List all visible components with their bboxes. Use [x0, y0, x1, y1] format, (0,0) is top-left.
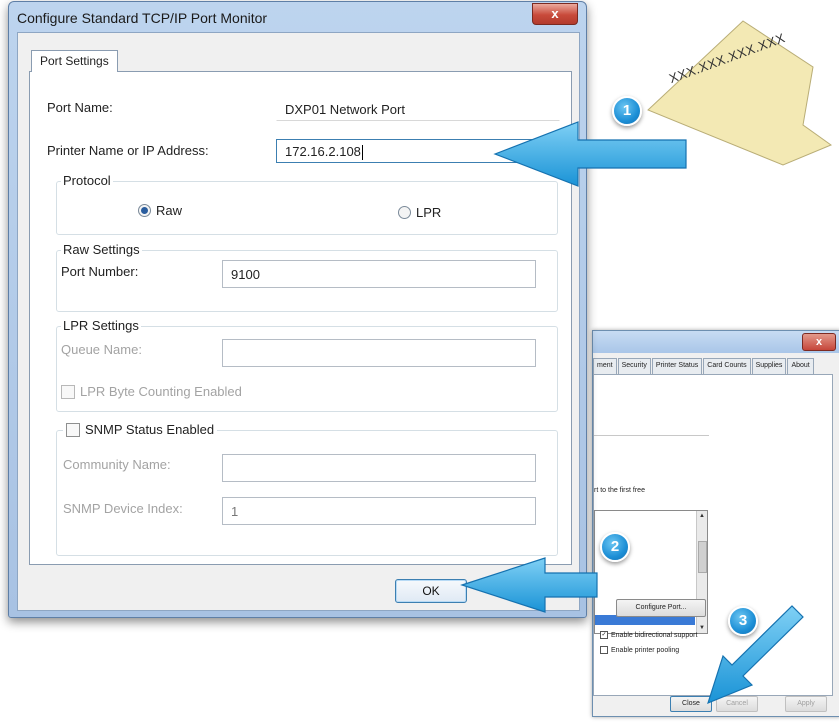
lpr-radio[interactable]: LPR: [398, 205, 441, 220]
queue-name-label: Queue Name:: [61, 342, 142, 357]
callout-3-badge: 3: [728, 606, 758, 636]
tab-port-settings[interactable]: Port Settings: [31, 50, 118, 72]
apply-button[interactable]: Apply: [785, 696, 827, 712]
checkbox-checked-icon[interactable]: ✓: [600, 631, 608, 639]
note-paper: [647, 20, 833, 166]
scroll-down-icon[interactable]: ▼: [699, 625, 705, 631]
ports-description-text: rt to the first free: [594, 487, 645, 494]
queue-name-input[interactable]: [222, 339, 536, 367]
protocol-group: [56, 181, 558, 235]
checkbox-unchecked-icon[interactable]: [600, 646, 608, 654]
close-button[interactable]: Close: [670, 696, 712, 712]
scroll-thumb[interactable]: [698, 541, 707, 573]
printer-pooling-checkbox[interactable]: Enable printer pooling: [600, 646, 679, 654]
printer-address-value: 172.16.2.108: [285, 144, 361, 159]
callout-2-badge: 2: [600, 532, 630, 562]
radio-unselected-icon[interactable]: [398, 206, 411, 219]
configure-port-dialog: Configure Standard TCP/IP Port Monitor x…: [8, 1, 587, 618]
dialog-close-button[interactable]: x: [532, 3, 578, 25]
printer-address-label: Printer Name or IP Address:: [47, 143, 209, 158]
snmp-group: [56, 430, 558, 556]
community-name-label: Community Name:: [63, 457, 171, 472]
lpr-byte-counting-label: LPR Byte Counting Enabled: [80, 384, 242, 399]
port-name-label: Port Name:: [47, 100, 113, 115]
ip-address-note: [643, 15, 833, 170]
dialog-client-area: Port Settings Port Name: DXP01 Network P…: [17, 32, 580, 611]
checkbox-unchecked-icon[interactable]: [66, 422, 80, 437]
port-number-input[interactable]: 9100: [222, 260, 536, 288]
ok-button[interactable]: OK: [395, 579, 467, 603]
snmp-status-label: SNMP Status Enabled: [85, 422, 215, 437]
raw-settings-title: Raw Settings: [61, 242, 142, 257]
scroll-up-icon[interactable]: ▲: [699, 513, 705, 519]
lpr-byte-counting-checkbox[interactable]: LPR Byte Counting Enabled: [61, 384, 242, 399]
text-cursor: [361, 145, 363, 161]
protocol-title: Protocol: [61, 173, 113, 188]
community-name-input[interactable]: [222, 454, 536, 482]
printer-properties-tabs: ment Security Printer Status Card Counts…: [593, 358, 815, 374]
snmp-status-checkbox[interactable]: SNMP Status Enabled: [63, 422, 218, 437]
port-name-input[interactable]: DXP01 Network Port: [276, 97, 560, 121]
raw-radio-label: Raw: [156, 203, 183, 218]
tab-about[interactable]: About: [787, 358, 814, 374]
printer-properties-close-button[interactable]: x: [802, 333, 836, 351]
tab-security[interactable]: Security: [617, 358, 651, 374]
dialog-title: Configure Standard TCP/IP Port Monitor: [17, 10, 268, 26]
snmp-device-index-label: SNMP Device Index:: [63, 501, 183, 516]
ports-panel: rt to the first free ▲ ▼ Configure Port.…: [593, 374, 833, 696]
tab-supplies[interactable]: Supplies: [751, 358, 787, 374]
radio-selected-icon[interactable]: [138, 204, 151, 217]
tab-card-counts[interactable]: Card Counts: [703, 358, 751, 374]
printer-properties-window: x ment Security Printer Status Card Coun…: [592, 330, 839, 717]
configure-port-button[interactable]: Configure Port...: [616, 599, 706, 617]
printer-pooling-label: Enable printer pooling: [611, 646, 680, 654]
close-icon: x: [551, 6, 559, 21]
printer-address-input[interactable]: 172.16.2.108: [276, 139, 560, 163]
lpr-radio-label: LPR: [416, 205, 442, 220]
checkbox-unchecked-icon[interactable]: [61, 384, 75, 399]
snmp-device-index-input[interactable]: 1: [222, 497, 536, 525]
callout-1-badge: 1: [612, 96, 642, 126]
tab-printer-status[interactable]: Printer Status: [651, 358, 703, 374]
port-settings-panel: Port Name: DXP01 Network Port Printer Na…: [29, 71, 572, 565]
cancel-button[interactable]: Cancel: [716, 696, 758, 712]
divider: [594, 435, 709, 436]
lpr-settings-title: LPR Settings: [61, 318, 141, 333]
close-icon: x: [815, 336, 823, 348]
port-number-label: Port Number:: [61, 264, 139, 279]
tab-management[interactable]: ment: [593, 358, 617, 374]
bidirectional-support-label: Enable bidirectional support: [611, 631, 698, 639]
raw-radio[interactable]: Raw: [138, 203, 182, 218]
bidirectional-support-checkbox[interactable]: ✓ Enable bidirectional support: [600, 631, 697, 639]
